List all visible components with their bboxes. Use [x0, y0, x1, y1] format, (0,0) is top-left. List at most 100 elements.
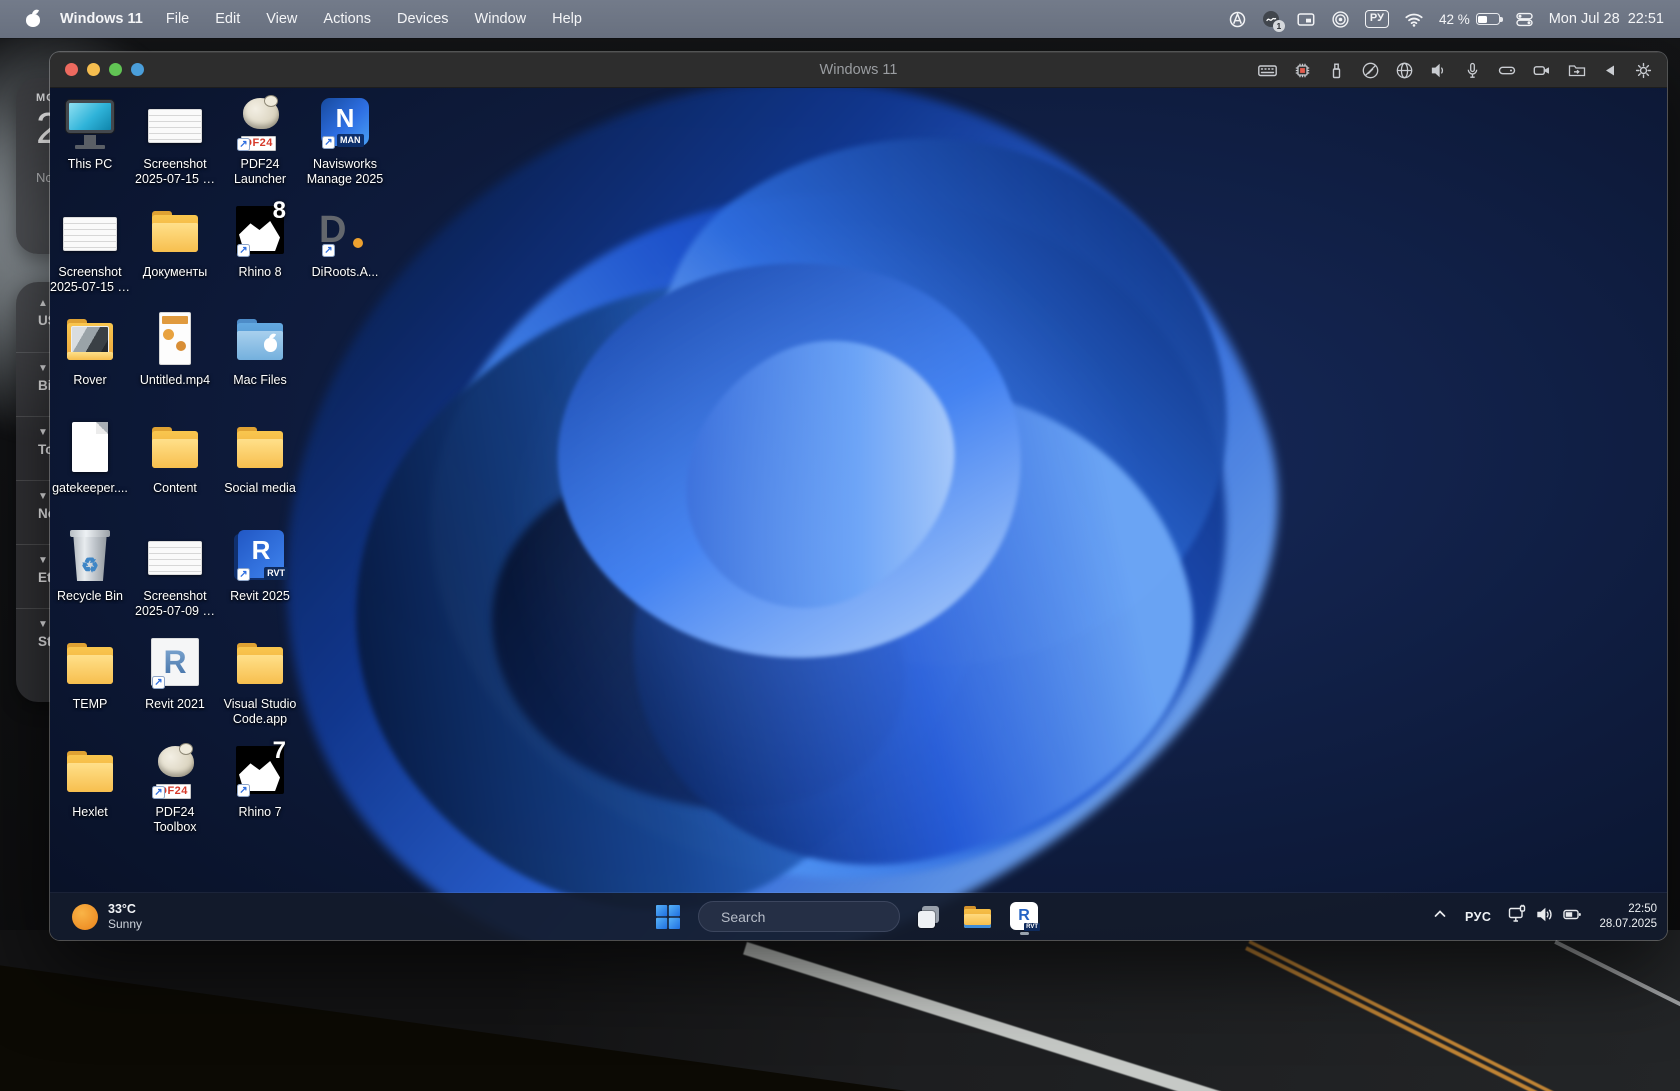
- taskbar-search[interactable]: [698, 901, 900, 932]
- icon-label: Screenshot 2025-07-15 …: [133, 157, 217, 187]
- menu-bar-clock[interactable]: Mon Jul 28 22:51: [1549, 11, 1664, 27]
- weather-widget[interactable]: 33°C Sunny: [64, 893, 150, 940]
- vm-titlebar: Windows 11: [50, 52, 1667, 88]
- desktop-icon-recycle-bin[interactable]: ♻Recycle Bin: [50, 528, 132, 604]
- icon-label: Recycle Bin: [50, 589, 132, 604]
- camera-icon[interactable]: [1532, 61, 1552, 80]
- desktop-icon-diroots-a[interactable]: D↗ DiRoots.A...: [303, 204, 387, 280]
- back-triangle-icon[interactable]: [1602, 62, 1619, 79]
- windows-taskbar: 33°C Sunny: [50, 893, 1667, 940]
- battery-indicator[interactable]: 42 %: [1439, 12, 1500, 27]
- menu-view[interactable]: View: [253, 11, 310, 27]
- shared-folder-icon[interactable]: [1567, 61, 1587, 80]
- cpu-icon[interactable]: [1293, 61, 1312, 80]
- desktop-icon-untitled-mp4[interactable]: Untitled.mp4: [133, 312, 217, 388]
- monitor-icon: [58, 96, 122, 154]
- screen-sharing-icon[interactable]: [1296, 10, 1316, 29]
- control-center-icon[interactable]: [1515, 10, 1534, 29]
- icon-label: PDF24 Launcher: [218, 157, 302, 187]
- taskbar-date: 28.07.2025: [1599, 917, 1657, 932]
- icon-label: Документы: [133, 265, 217, 280]
- navisworks-icon: NMAN↗: [313, 96, 377, 154]
- desktop-icon-документы[interactable]: Документы: [133, 204, 217, 280]
- input-source-indicator[interactable]: РУ: [1365, 10, 1389, 28]
- menu-items: FileEditViewActionsDevicesWindowHelp: [153, 11, 595, 27]
- task-view-button[interactable]: [913, 900, 947, 934]
- hotspot-icon[interactable]: [1331, 10, 1350, 29]
- tray-overflow-chevron[interactable]: [1431, 905, 1449, 928]
- network-globe-icon[interactable]: [1395, 61, 1414, 80]
- keyboard-icon[interactable]: [1257, 61, 1278, 80]
- apple-menu[interactable]: [26, 11, 40, 27]
- desktop-icon-social-media[interactable]: Social media: [218, 420, 302, 496]
- desktop-icon-temp[interactable]: TEMP: [50, 636, 132, 712]
- icon-label: DiRoots.A...: [303, 265, 387, 280]
- revit-taskbar-button[interactable]: R RVT: [1007, 900, 1041, 934]
- menu-help[interactable]: Help: [539, 11, 595, 27]
- shortcut-arrow-icon: ↗: [237, 784, 250, 797]
- menu-actions[interactable]: Actions: [310, 11, 384, 27]
- language-indicator[interactable]: РУС: [1465, 910, 1491, 924]
- diroots-icon: D↗: [313, 204, 377, 262]
- icon-label: Screenshot 2025-07-09 …: [133, 589, 217, 619]
- screen: MO 2 No ▲US▼Bit▼To▼No▼Et▼St Windows 11 F…: [0, 0, 1680, 1091]
- shortcut-arrow-icon: ↗: [152, 676, 165, 689]
- desktop-icon-revit-2025[interactable]: RRVT↗Revit 2025: [218, 528, 302, 604]
- revit2021-icon: R↗: [143, 636, 207, 694]
- volume-icon[interactable]: [1535, 905, 1555, 929]
- desktop-icon-revit-2021[interactable]: R↗Revit 2021: [133, 636, 217, 712]
- running-indicator: [1020, 932, 1029, 935]
- folder-icon: [143, 420, 207, 478]
- menu-window[interactable]: Window: [462, 11, 540, 27]
- taskbar-clock[interactable]: 22:50 28.07.2025: [1599, 902, 1657, 931]
- desktop-icon-gatekeeper[interactable]: gatekeeper....: [50, 420, 132, 496]
- folder-icon: [228, 636, 292, 694]
- macos-menu-bar: Windows 11 FileEditViewActionsDevicesWin…: [0, 0, 1680, 38]
- weather-temp: 33°C: [108, 902, 142, 917]
- desktop-icon-navisworks-manage-2025[interactable]: NMAN↗Navisworks Manage 2025: [303, 96, 387, 187]
- desktop-icon-screenshot-2025-07-09[interactable]: Screenshot 2025-07-09 …: [133, 528, 217, 619]
- folder-photo-icon: [58, 312, 122, 370]
- icon-label: Screenshot 2025-07-15 …: [50, 265, 132, 295]
- icon-label: Visual Studio Code.app: [218, 697, 302, 727]
- folder-icon: [228, 420, 292, 478]
- menu-file[interactable]: File: [153, 11, 202, 27]
- menu-edit[interactable]: Edit: [202, 11, 253, 27]
- microphone-icon[interactable]: [1463, 61, 1482, 80]
- icon-label: gatekeeper....: [50, 481, 132, 496]
- app-menu-title[interactable]: Windows 11: [60, 11, 143, 27]
- desktop-icon-grid: This PCScreenshot 2025-07-15 …DF24↗PDF24…: [50, 88, 1667, 893]
- desktop-icon-this-pc[interactable]: This PC: [50, 96, 132, 172]
- shortcut-arrow-icon: ↗: [237, 568, 250, 581]
- pdf24-icon: DF24↗: [143, 744, 207, 802]
- search-input[interactable]: [719, 908, 904, 926]
- sound-icon[interactable]: [1429, 61, 1448, 80]
- menu-devices[interactable]: Devices: [384, 11, 462, 27]
- weather-condition: Sunny: [108, 917, 142, 932]
- folder-icon: [58, 744, 122, 802]
- desktop-icon-rover[interactable]: Rover: [50, 312, 132, 388]
- hard-disk-icon[interactable]: [1497, 61, 1517, 80]
- desktop-icon-pdf24-toolbox[interactable]: DF24↗PDF24 Toolbox: [133, 744, 217, 835]
- desktop-icon-hexlet[interactable]: Hexlet: [50, 744, 132, 820]
- desktop-icon-content[interactable]: Content: [133, 420, 217, 496]
- desktop-icon-pdf24-launcher[interactable]: DF24↗PDF24 Launcher: [218, 96, 302, 187]
- usb-icon[interactable]: [1327, 61, 1346, 80]
- notification-badge-icon[interactable]: 1: [1262, 10, 1281, 29]
- hardware-monitor-icon[interactable]: [1507, 904, 1528, 929]
- start-button[interactable]: [651, 900, 685, 934]
- desktop-icon-rhino-7[interactable]: 7↗Rhino 7: [218, 744, 302, 820]
- desktop-icon-screenshot-2025-07-15[interactable]: Screenshot 2025-07-15 …: [50, 204, 132, 295]
- desktop-icon-mac-files[interactable]: Mac Files: [218, 312, 302, 388]
- folder-icon: [143, 204, 207, 262]
- anarchy-app-icon[interactable]: [1228, 10, 1247, 29]
- desktop-icon-screenshot-2025-07-15[interactable]: Screenshot 2025-07-15 …: [133, 96, 217, 187]
- desktop-icon-rhino-8[interactable]: 8↗Rhino 8: [218, 204, 302, 280]
- file-explorer-button[interactable]: [960, 900, 994, 934]
- desktop-icon-visual-studio-code-app[interactable]: Visual Studio Code.app: [218, 636, 302, 727]
- pen-disabled-icon[interactable]: [1361, 61, 1380, 80]
- battery-tray-icon[interactable]: [1562, 905, 1583, 929]
- settings-gear-icon[interactable]: [1634, 61, 1653, 80]
- shortcut-arrow-icon: ↗: [322, 136, 335, 149]
- wifi-icon[interactable]: [1404, 10, 1424, 28]
